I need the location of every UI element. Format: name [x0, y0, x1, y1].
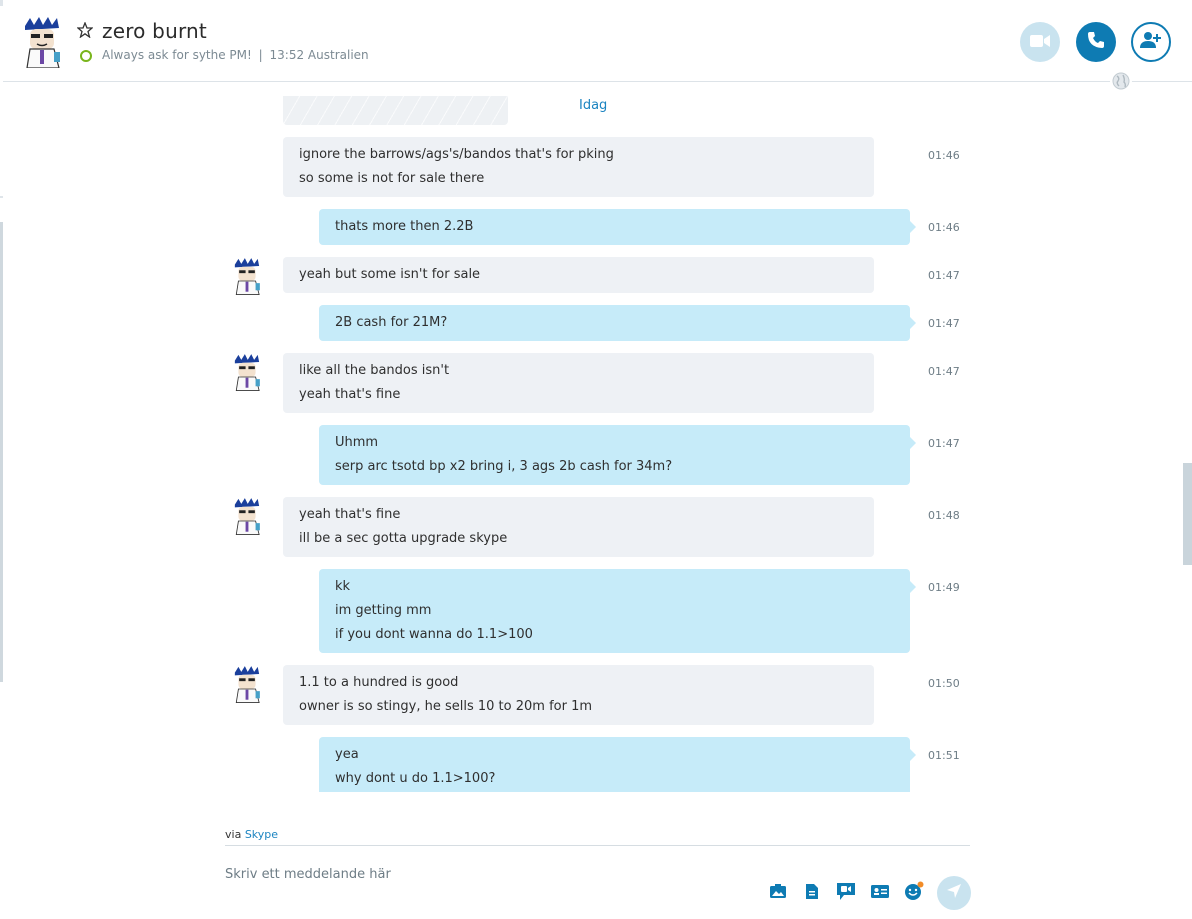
local-time: 13:52 Australien — [269, 48, 369, 62]
message-text: Uhmm — [335, 435, 379, 450]
outgoing-message[interactable]: thats more then 2.2B — [319, 209, 916, 245]
message-text: kk — [335, 579, 351, 594]
contact-name[interactable]: zero burnt — [102, 19, 207, 43]
message-text: yeah that's fine — [299, 507, 401, 522]
message-text: 1.1 to a hundred is good — [299, 675, 459, 690]
conversation-scrollbar[interactable] — [1182, 83, 1192, 823]
sender-avatar[interactable] — [232, 497, 262, 535]
mood-message: Always ask for sythe PM! — [102, 48, 252, 62]
message-text: yea — [335, 747, 359, 762]
message-input[interactable] — [225, 864, 745, 884]
message-timestamp: 01:50 — [928, 677, 960, 690]
incoming-message[interactable]: yeah that's fine ill be a sec gotta upgra… — [283, 497, 874, 557]
video-message-icon — [836, 882, 856, 905]
message-text: 2B cash for 21M? — [335, 315, 448, 330]
media-icon — [769, 883, 787, 903]
file-icon — [805, 883, 819, 904]
message-text: im getting mm — [335, 603, 432, 618]
message-text: ignore the barrows/ags's/bandos that's f… — [299, 147, 614, 162]
message-text: thats more then 2.2B — [335, 219, 474, 234]
video-message-button[interactable] — [835, 882, 857, 904]
add-contact-icon — [1140, 31, 1162, 53]
message-text: serp arc tsotd bp x2 bring i, 3 ags 2b c… — [335, 459, 673, 474]
outgoing-message[interactable]: yea why dont u do 1.1>100? — [319, 737, 916, 792]
scrollbar-thumb[interactable] — [1183, 463, 1192, 565]
message-timestamp: 01:51 — [928, 749, 960, 762]
sender-avatar[interactable] — [232, 353, 262, 391]
via-prefix: via — [225, 828, 242, 841]
sender-avatar[interactable] — [232, 257, 262, 295]
message-timestamp: 01:47 — [928, 317, 960, 330]
message-list: Idag ignore the barrows/ags's/bandos tha… — [0, 84, 1182, 792]
message-timestamp: 01:49 — [928, 581, 960, 594]
incoming-message[interactable]: ignore the barrows/ags's/bandos that's f… — [283, 137, 874, 197]
contact-card-icon — [870, 884, 890, 903]
outgoing-message[interactable]: Uhmm serp arc tsotd bp x2 bring i, 3 ags … — [319, 425, 916, 485]
message-composer: via Skype — [225, 826, 971, 919]
audio-call-icon — [1087, 31, 1105, 53]
message-text: if you dont wanna do 1.1>100 — [335, 627, 533, 642]
outgoing-message[interactable]: 2B cash for 21M? — [319, 305, 916, 341]
mood-separator: | — [258, 48, 263, 62]
contact-mood: Always ask for sythe PM! | 13:52 Austral… — [102, 48, 369, 62]
outgoing-message[interactable]: kk im getting mm if you dont wanna do 1.1>… — [319, 569, 916, 653]
message-timestamp: 01:46 — [928, 149, 960, 162]
star-icon[interactable] — [76, 21, 94, 39]
message-text: why dont u do 1.1>100? — [335, 771, 496, 786]
video-call-button[interactable] — [1020, 22, 1060, 62]
sender-avatar[interactable] — [232, 665, 262, 703]
shared-image-preview[interactable] — [283, 96, 508, 125]
message-timestamp: 01:47 — [928, 269, 960, 282]
incoming-message[interactable]: 1.1 to a hundred is good owner is so stin… — [283, 665, 874, 725]
add-contact-button[interactable] — [1131, 22, 1171, 62]
contact-avatar[interactable] — [21, 16, 63, 69]
message-text: yeah that's fine — [299, 387, 401, 402]
message-text: yeah but some isn't for sale — [299, 267, 481, 282]
message-text: owner is so stingy, he sells 10 to 20m f… — [299, 699, 593, 714]
via-service-link[interactable]: Skype — [245, 828, 278, 841]
message-timestamp: 01:48 — [928, 509, 960, 522]
day-separator: Idag — [579, 98, 608, 113]
send-icon — [946, 883, 962, 903]
online-status-indicator — [80, 50, 92, 62]
message-timestamp: 01:47 — [928, 365, 960, 378]
media-button[interactable] — [767, 882, 789, 904]
message-text: ill be a sec gotta upgrade skype — [299, 531, 508, 546]
incoming-message[interactable]: yeah but some isn't for sale — [283, 257, 874, 293]
message-text: so some is not for sale there — [299, 171, 485, 186]
video-call-icon — [1030, 33, 1050, 52]
send-contact-button[interactable] — [869, 882, 891, 904]
audio-call-button[interactable] — [1076, 22, 1116, 62]
message-timestamp: 01:46 — [928, 221, 960, 234]
composer-divider — [225, 845, 970, 846]
send-button[interactable] — [937, 876, 971, 910]
conversation-header: zero burnt Always ask for sythe PM! | 13… — [3, 2, 1192, 82]
emoticon-icon — [904, 881, 924, 905]
message-text: like all the bandos isn't — [299, 363, 450, 378]
incoming-message[interactable]: like all the bandos isn't yeah that's fin… — [283, 353, 874, 413]
via-indicator: via Skype — [225, 828, 278, 841]
emoticon-button[interactable] — [903, 881, 925, 905]
send-file-button[interactable] — [801, 882, 823, 904]
message-timestamp: 01:47 — [928, 437, 960, 450]
